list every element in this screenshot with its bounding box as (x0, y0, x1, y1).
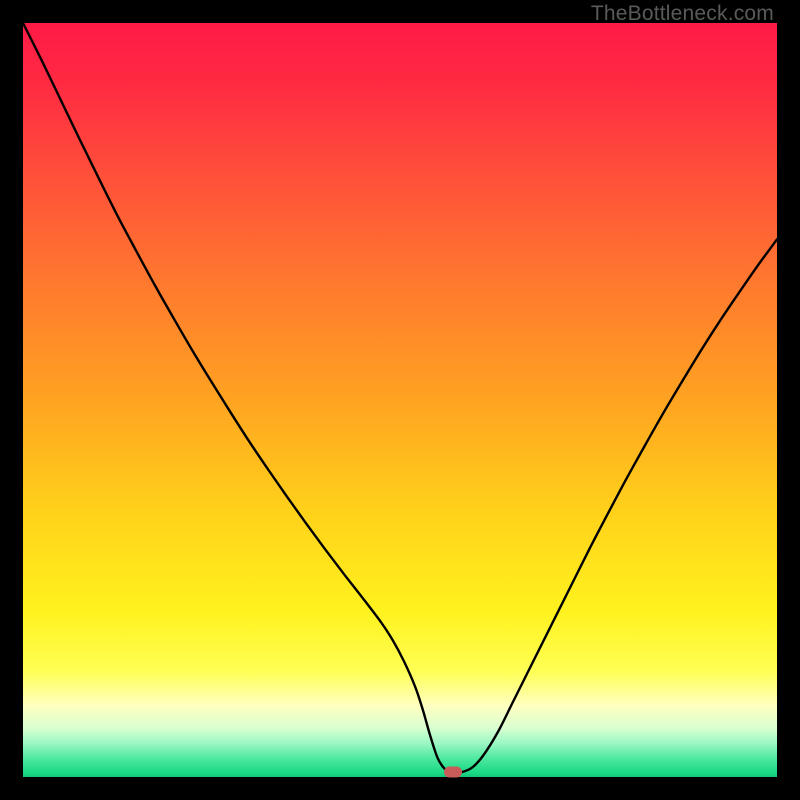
gradient-background (23, 23, 777, 777)
watermark-text: TheBottleneck.com (591, 2, 774, 26)
optimal-point-marker (444, 767, 462, 778)
chart-frame (23, 23, 777, 777)
bottleneck-chart (23, 23, 777, 777)
